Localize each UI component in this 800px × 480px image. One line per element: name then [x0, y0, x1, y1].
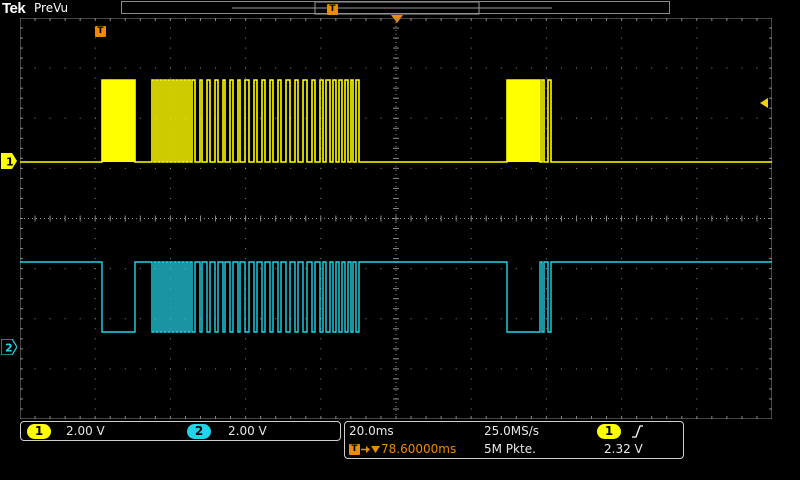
acquisition-mode: PreVu [34, 1, 69, 15]
sample-rate[interactable]: 25.0MS/s [484, 424, 539, 438]
channel-1-marker-label: 1 [6, 156, 14, 169]
wave1-dense-burst [507, 80, 540, 162]
channel-2-scale[interactable]: 2.00 V [228, 424, 267, 438]
arrow-right-icon [361, 446, 370, 453]
trigger-level[interactable]: 2.32 V [604, 442, 643, 456]
record-view-graphic [232, 2, 552, 15]
channel-2-waveform [20, 261, 772, 333]
wave2-trace [20, 261, 772, 333]
channel-1-waveform [20, 79, 772, 163]
record-view-bar[interactable]: T [121, 1, 670, 15]
trigger-level-icon[interactable] [760, 98, 770, 108]
trigger-delay-icon [371, 446, 380, 453]
trigger-position-value[interactable]: 78.60000ms [381, 442, 456, 456]
channel-2-marker-label: 2 [5, 342, 13, 355]
waveform-display[interactable] [20, 18, 772, 419]
trigger-position-t-icon: T [349, 444, 360, 455]
trigger-source-badge[interactable]: 1 [597, 424, 621, 439]
trigger-point-marker[interactable]: T [95, 26, 106, 37]
time-per-division[interactable]: 20.0ms [349, 424, 394, 438]
channel-readout-panel: 1 2.00 V 2 2.00 V [20, 421, 341, 441]
channel-1-scale[interactable]: 2.00 V [66, 424, 105, 438]
graticule-grid [20, 18, 772, 419]
record-length[interactable]: 5M Pkte. [484, 442, 536, 456]
channel-2-badge[interactable]: 2 [187, 424, 211, 439]
channel-1-ground-marker[interactable]: 1 [1, 153, 17, 169]
timebase-readout-panel: 20.0ms 25.0MS/s 1 T 78.60000ms 5M Pkte. … [344, 421, 684, 459]
channel-1-badge[interactable]: 1 [27, 424, 51, 439]
channel-2-ground-marker[interactable]: 2 [1, 339, 17, 355]
wave1-dense-burst [102, 80, 135, 162]
record-trigger-marker: T [327, 4, 338, 15]
brand-logo: Tek [2, 0, 26, 17]
status-header: Tek PreVu T [0, 0, 800, 23]
rising-edge-icon [632, 425, 643, 438]
